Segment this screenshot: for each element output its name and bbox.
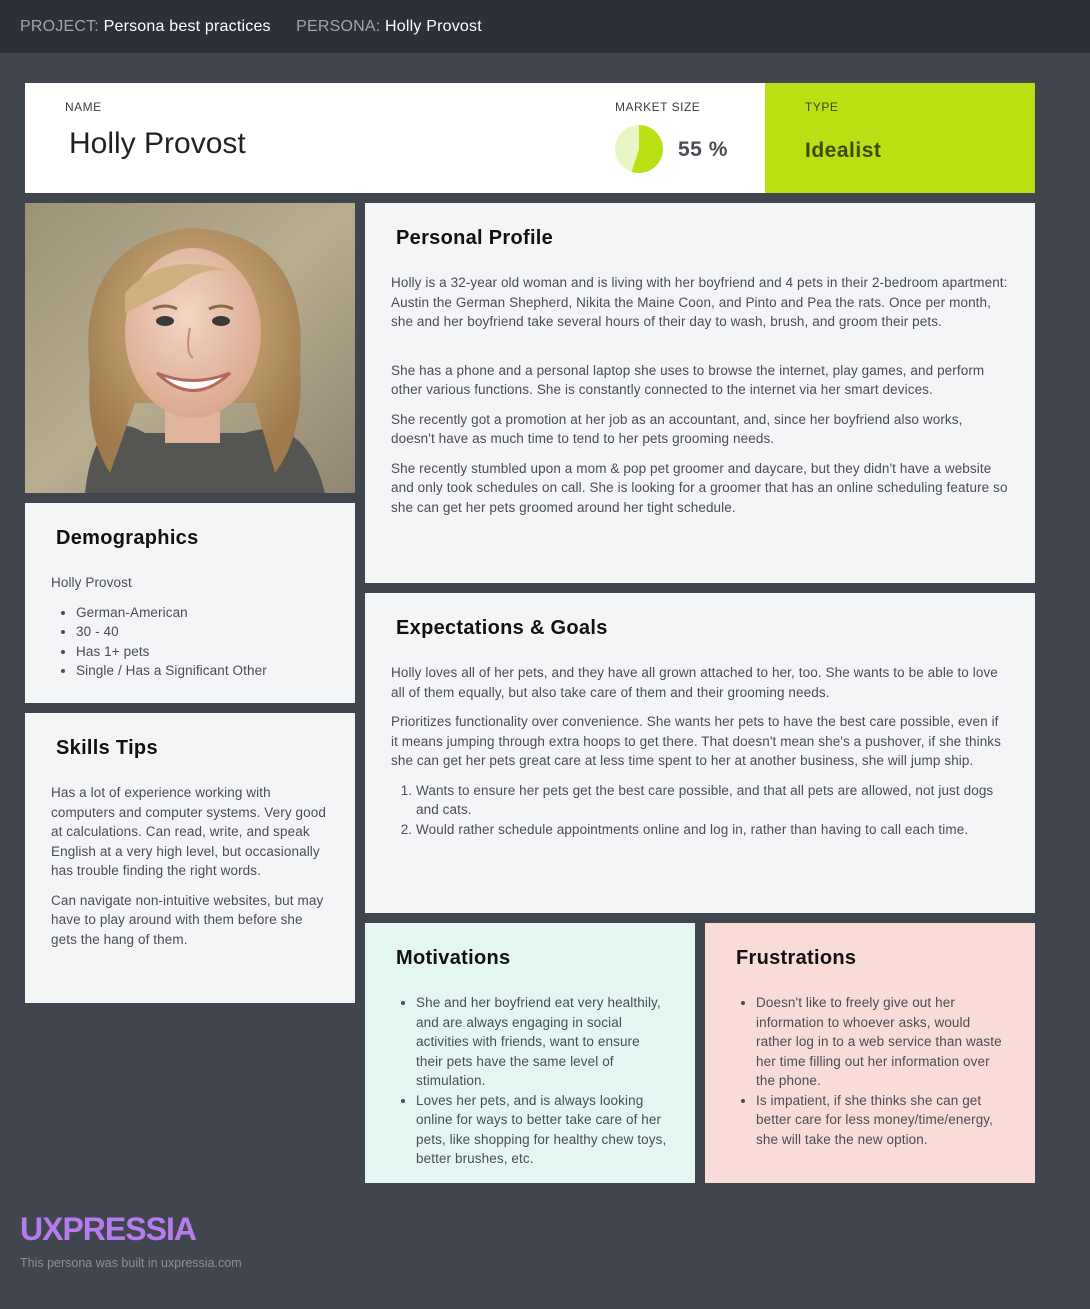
- motivations-title: Motivations: [396, 947, 511, 969]
- persona-photo: [25, 203, 355, 493]
- type-box: TYPE Idealist: [765, 83, 1035, 193]
- goals-paragraph: Prioritizes functionality over convenien…: [391, 714, 1002, 768]
- demographics-list: German-American 30 - 40 Has 1+ pets Sing…: [51, 603, 329, 681]
- market-size-pie: [615, 125, 663, 173]
- goals-title: Expectations & Goals: [396, 617, 608, 639]
- project-name[interactable]: Persona best practices: [104, 18, 271, 35]
- skills-paragraph: Has a lot of experience working with com…: [51, 785, 326, 878]
- list-item: 30 - 40: [76, 622, 329, 642]
- market-size-label: MARKET SIZE: [615, 100, 701, 114]
- footer-note[interactable]: This persona was built in uxpressia.com: [20, 1256, 242, 1270]
- persona-header: NAME Holly Provost MARKET SIZE 55 % TYPE…: [25, 83, 1035, 193]
- list-item: German-American: [76, 603, 329, 623]
- persona-name[interactable]: Holly Provost: [385, 18, 482, 35]
- type-label: TYPE: [805, 100, 839, 114]
- type-value: Idealist: [805, 139, 882, 162]
- uxpressia-logo[interactable]: UXPRESSIA: [20, 1211, 197, 1248]
- motivations-list: She and her boyfriend eat very healthily…: [391, 993, 669, 1169]
- skills-card: Skills Tips Has a lot of experience work…: [25, 713, 355, 1003]
- demographics-card: Demographics Holly Provost German-Americ…: [25, 503, 355, 703]
- persona-name-heading: Holly Provost: [69, 127, 246, 160]
- skills-title: Skills Tips: [56, 737, 158, 759]
- list-item: Loves her pets, and is always looking on…: [416, 1091, 669, 1169]
- profile-title: Personal Profile: [396, 227, 554, 249]
- list-item: Single / Has a Significant Other: [76, 661, 329, 681]
- frustrations-card: Frustrations Doesn't like to freely give…: [705, 923, 1035, 1183]
- goals-card: Expectations & Goals Holly loves all of …: [365, 593, 1035, 913]
- list-item: She and her boyfriend eat very healthily…: [416, 993, 669, 1091]
- frustrations-title: Frustrations: [736, 947, 857, 969]
- frustrations-list: Doesn't like to freely give out her info…: [731, 993, 1009, 1149]
- goals-paragraph: Holly loves all of her pets, and they ha…: [391, 665, 998, 700]
- list-item: Would rather schedule appointments onlin…: [416, 820, 1009, 840]
- name-label: NAME: [65, 100, 102, 114]
- list-item: Has 1+ pets: [76, 642, 329, 662]
- top-bar: PROJECT: Persona best practices PERSONA:…: [0, 0, 1090, 53]
- profile-paragraph: Holly is a 32-year old woman and is livi…: [391, 275, 1008, 329]
- goals-list: Wants to ensure her pets get the best ca…: [391, 781, 1009, 840]
- profile-paragraph: She has a phone and a personal laptop sh…: [391, 362, 985, 398]
- profile-paragraph: She recently stumbled upon a mom & pop p…: [391, 460, 1008, 515]
- demographics-title: Demographics: [56, 527, 199, 549]
- project-label: PROJECT:: [20, 18, 99, 35]
- market-size-value: 55 %: [678, 138, 728, 161]
- personal-profile-card: Personal Profile Holly is a 32-year old …: [365, 203, 1035, 583]
- list-item: Wants to ensure her pets get the best ca…: [416, 781, 1009, 820]
- list-item: Is impatient, if she thinks she can get …: [756, 1091, 1009, 1150]
- persona-label: PERSONA:: [296, 18, 381, 35]
- list-item: Doesn't like to freely give out her info…: [756, 993, 1009, 1091]
- motivations-card: Motivations She and her boyfriend eat ve…: [365, 923, 695, 1183]
- portrait-image: [25, 203, 355, 493]
- demographics-name: Holly Provost: [51, 575, 132, 590]
- skills-paragraph: Can navigate non-intuitive websites, but…: [51, 892, 324, 947]
- profile-paragraph: She recently got a promotion at her job …: [391, 411, 963, 447]
